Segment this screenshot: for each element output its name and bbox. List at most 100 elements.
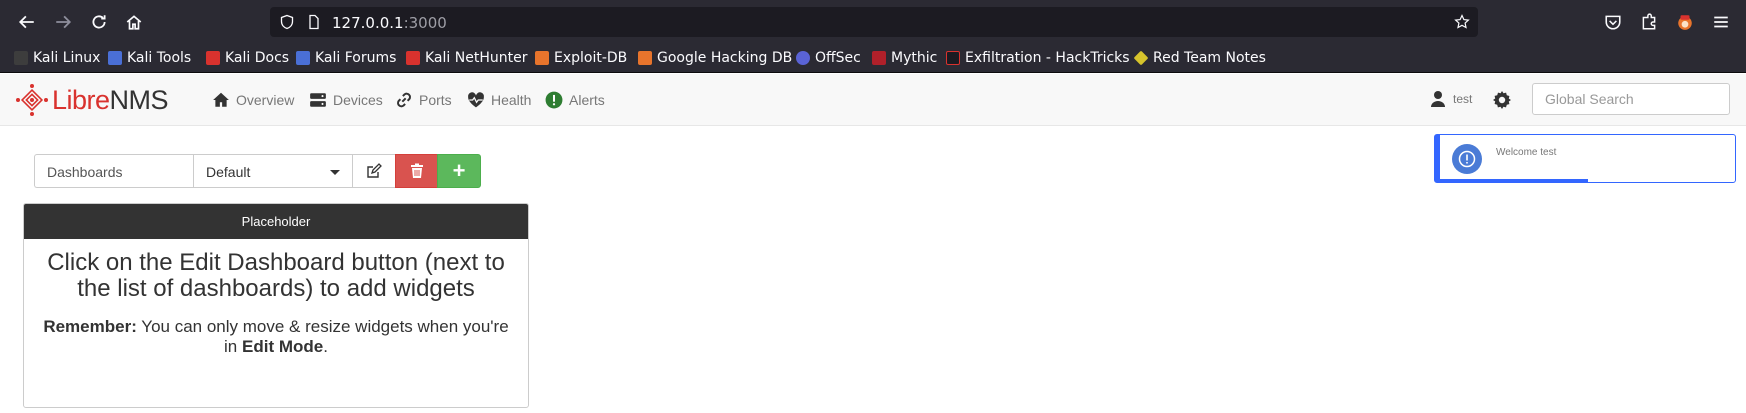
bookmark-label: Red Team Notes xyxy=(1153,50,1266,66)
widget-body: Click on the Edit Dashboard button (next… xyxy=(24,239,528,368)
period: . xyxy=(323,337,328,356)
menu-button[interactable] xyxy=(1708,9,1734,35)
bookmark-label: Kali Docs xyxy=(225,50,290,66)
edit-mode-label: Edit Mode xyxy=(242,337,324,356)
librenms-navbar: LibreNMS Overview Devices Ports Health A… xyxy=(0,74,1746,126)
back-button[interactable] xyxy=(14,9,40,35)
arrow-left-icon xyxy=(18,15,34,29)
mythic-icon xyxy=(872,51,886,65)
welcome-toast[interactable]: Welcome test xyxy=(1434,134,1736,183)
kali-docs-icon xyxy=(206,51,220,65)
url-bar[interactable]: 127.0.0.1:3000 xyxy=(270,7,1478,37)
bookmark-mythic[interactable]: Mythic xyxy=(872,49,937,67)
bookmark-kali-docs[interactable]: Kali Docs xyxy=(206,49,289,67)
extensions-button[interactable] xyxy=(1636,9,1662,35)
kali-forums-icon xyxy=(296,51,310,65)
edit-icon xyxy=(367,163,382,178)
bookmark-label: Kali Forums xyxy=(315,50,397,66)
nav-ports[interactable]: Ports xyxy=(395,89,452,111)
plus-icon: + xyxy=(452,158,466,183)
gear-icon[interactable] xyxy=(1490,88,1514,112)
profile-button[interactable] xyxy=(1672,9,1698,35)
bookmark-label: Mythic xyxy=(891,50,938,66)
bookmark-red-team-notes[interactable]: Red Team Notes xyxy=(1133,49,1266,67)
server-icon xyxy=(310,93,326,107)
red-team-notes-icon xyxy=(1133,50,1149,66)
dashboard-selected-value: Default xyxy=(206,164,251,180)
forward-button[interactable] xyxy=(50,9,76,35)
home-button[interactable] xyxy=(121,9,147,35)
url-text: 127.0.0.1:3000 xyxy=(332,14,447,32)
placeholder-widget: Placeholder Click on the Edit Dashboard … xyxy=(23,203,529,408)
nav-label: Devices xyxy=(333,92,383,108)
bookmark-kali-linux[interactable]: Kali Linux xyxy=(14,49,100,67)
bookmark-kali-nethunter[interactable]: Kali NetHunter xyxy=(406,49,527,67)
reload-icon xyxy=(92,15,106,29)
browser-toolbar: 127.0.0.1:3000 xyxy=(0,0,1746,43)
logo-text: LibreNMS xyxy=(52,84,169,115)
page-icon xyxy=(309,14,319,30)
bookmark-offsec[interactable]: OffSec xyxy=(796,49,861,67)
bookmark-label: OffSec xyxy=(815,50,861,66)
bookmark-label: Kali NetHunter xyxy=(425,50,528,66)
caret-down-icon xyxy=(330,170,340,175)
hamburger-icon xyxy=(1714,16,1728,28)
nav-devices[interactable]: Devices xyxy=(309,89,383,111)
librenms-logo[interactable]: LibreNMS xyxy=(16,82,169,118)
fox-avatar-icon xyxy=(1678,15,1692,30)
bookmark-exploit-db[interactable]: Exploit-DB xyxy=(535,49,627,67)
bookmark-kali-tools[interactable]: Kali Tools xyxy=(108,49,191,67)
kali-dragon-icon xyxy=(14,51,28,65)
user-menu[interactable]: test xyxy=(1430,90,1472,108)
kali-tools-icon xyxy=(108,51,122,65)
bookmark-label: Google Hacking DB xyxy=(657,50,793,66)
dashboards-label: Dashboards xyxy=(34,154,194,188)
user-name: test xyxy=(1453,92,1473,106)
nav-health[interactable]: Health xyxy=(467,89,531,111)
librenms-logo-icon xyxy=(16,84,48,116)
puzzle-icon xyxy=(1642,13,1656,30)
bookmark-kali-forums[interactable]: Kali Forums xyxy=(296,49,396,67)
bookmark-hacktricks[interactable]: Exfiltration - HackTricks xyxy=(946,49,1130,67)
nav-alerts[interactable]: Alerts xyxy=(545,89,605,111)
bookmark-label: Kali Tools xyxy=(127,50,192,66)
nav-label: Health xyxy=(491,92,532,108)
home-icon xyxy=(213,92,229,107)
add-dashboard-button[interactable]: + xyxy=(437,154,481,188)
widget-heading: Click on the Edit Dashboard button (next… xyxy=(47,249,505,302)
exclamation-circle-icon xyxy=(545,91,563,109)
nav-overview[interactable]: Overview xyxy=(212,89,294,111)
bookmark-label: Kali Linux xyxy=(33,50,101,66)
edit-dashboard-button[interactable] xyxy=(352,154,396,188)
user-icon xyxy=(1431,91,1445,107)
pocket-button[interactable] xyxy=(1600,9,1626,35)
shield-icon xyxy=(280,14,294,30)
bookmark-label: Exfiltration - HackTricks xyxy=(965,50,1130,66)
offsec-icon xyxy=(796,51,810,65)
nav-label: Alerts xyxy=(569,92,605,108)
link-icon xyxy=(397,92,411,108)
delete-dashboard-button[interactable] xyxy=(395,154,438,188)
global-search-input[interactable] xyxy=(1532,83,1730,115)
widget-title: Placeholder xyxy=(24,204,528,239)
star-icon[interactable] xyxy=(1454,14,1470,30)
home-icon xyxy=(126,15,142,30)
bookmark-label: Exploit-DB xyxy=(554,50,628,66)
heartbeat-icon xyxy=(468,92,484,108)
ghdb-icon xyxy=(638,51,652,65)
toast-message: Welcome test xyxy=(1496,147,1557,158)
bookmarks-bar: Kali Linux Kali Tools Kali Docs Kali For… xyxy=(0,43,1746,73)
remember-label: Remember: xyxy=(43,317,137,336)
reload-button[interactable] xyxy=(86,9,112,35)
toast-progress-bar xyxy=(1440,179,1588,182)
widget-remember-text: Remember: You can only move & resize wid… xyxy=(40,317,512,357)
exploit-db-icon xyxy=(535,51,549,65)
trash-icon xyxy=(410,163,423,178)
arrow-right-icon xyxy=(56,15,72,29)
nav-label: Ports xyxy=(419,92,452,108)
nethunter-icon xyxy=(406,51,420,65)
dashboard-select[interactable]: Default xyxy=(193,154,353,188)
nav-label: Overview xyxy=(236,92,295,108)
bookmark-google-hacking-db[interactable]: Google Hacking DB xyxy=(638,49,792,67)
pocket-icon xyxy=(1605,15,1621,30)
